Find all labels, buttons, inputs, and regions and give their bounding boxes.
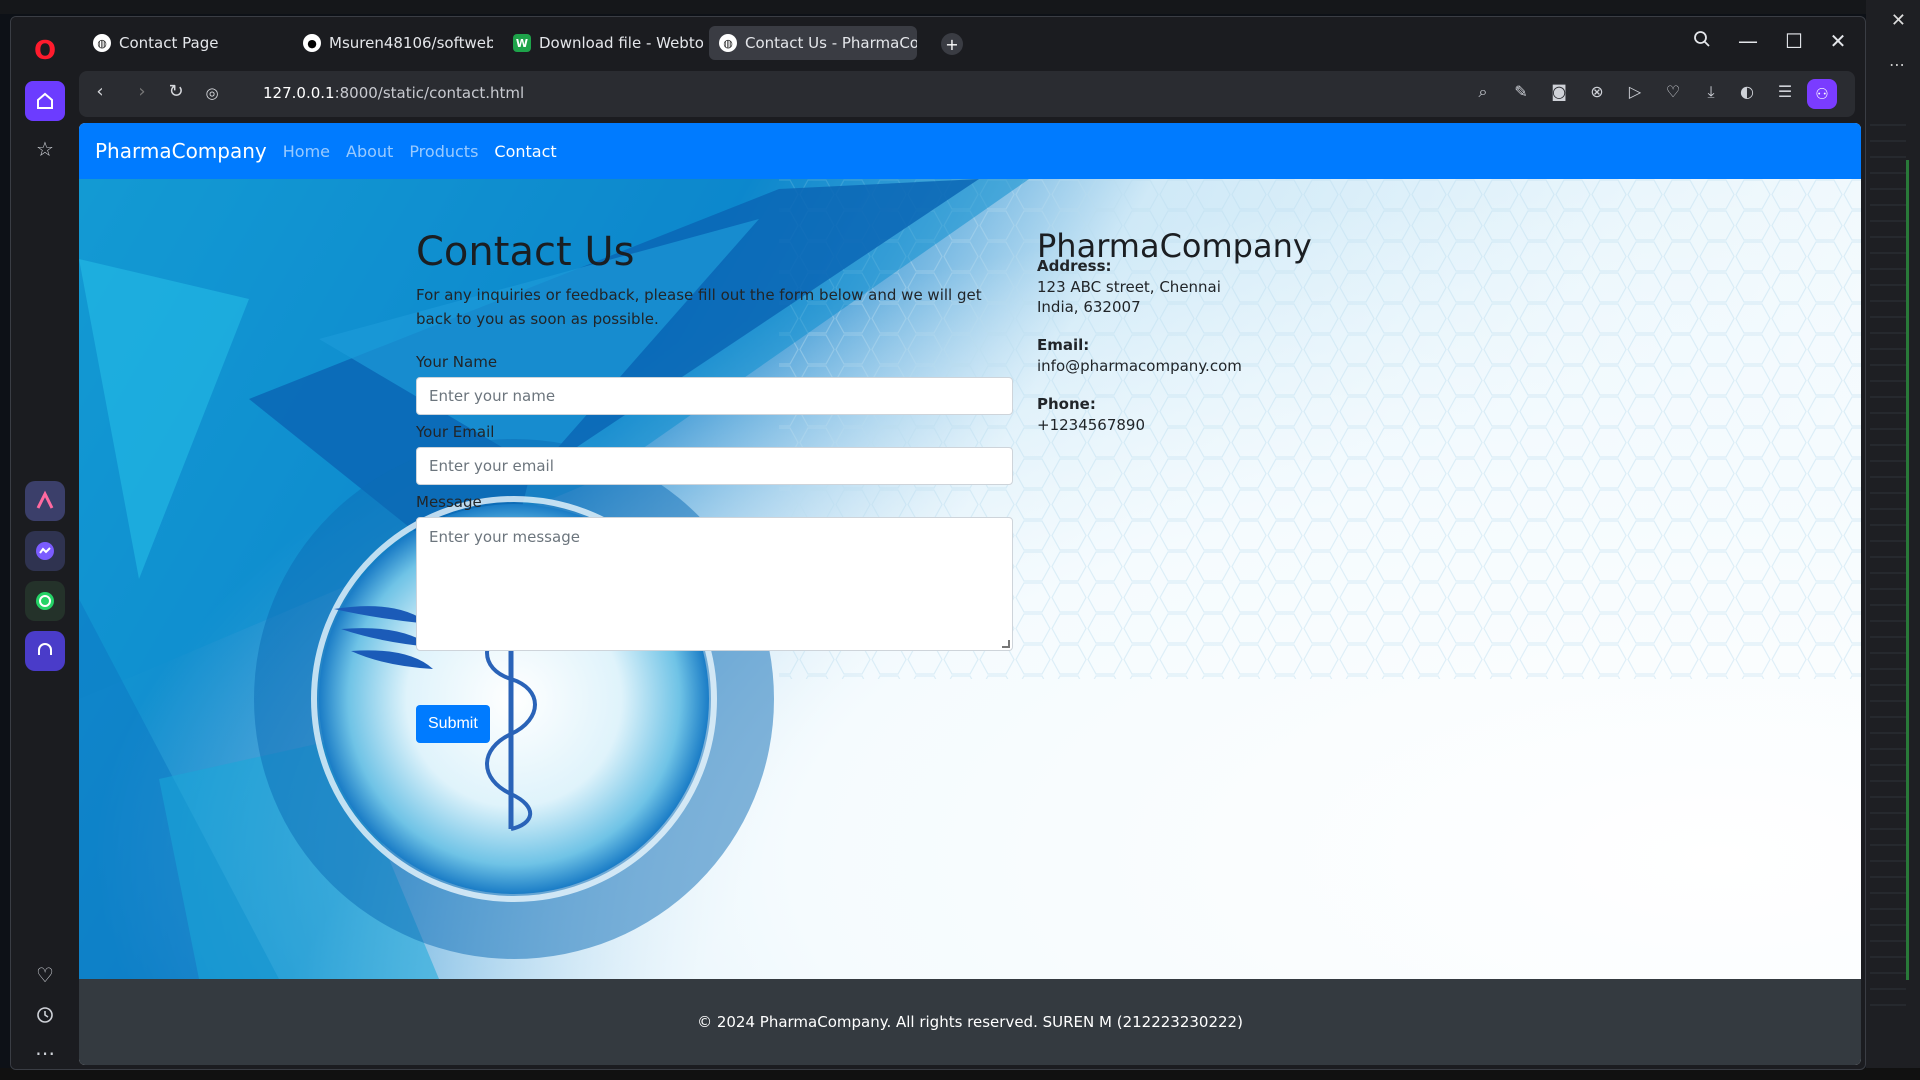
address-line-2: India, 632007 [1037,298,1141,316]
site-brand-link[interactable]: PharmaCompany [95,139,267,163]
forward-icon[interactable]: › [129,81,155,102]
battery-saver-icon[interactable]: ◐ [1735,82,1759,101]
globe-icon: ◍ [719,34,737,52]
reload-icon[interactable]: ↻ [163,81,189,102]
submit-button[interactable]: Submit [416,705,490,743]
site-navbar: PharmaCompany Home About Products Contac… [79,123,1861,179]
site-info-icon[interactable]: ◎ [199,84,225,102]
webtopdf-icon: W [513,34,531,52]
message-textarea[interactable]: Enter your message [416,517,1013,651]
home-icon[interactable] [25,81,65,121]
history-icon[interactable] [25,995,65,1035]
tab-github[interactable]: ● Msuren48106/softweb [293,26,493,60]
diff-indicator [1906,160,1909,980]
email-info-value: info@pharmacompany.com [1037,357,1242,375]
whatsapp-icon[interactable] [25,581,65,621]
background-window-edge: ✕ ⋯ [1866,0,1920,1080]
close-window-icon[interactable]: ✕ [1823,29,1853,53]
email-info-label: Email: [1037,336,1090,354]
messenger-icon[interactable] [25,531,65,571]
message-placeholder: Enter your message [429,528,580,546]
hero-background: Contact Us For any inquiries or feedback… [79,179,1861,979]
browser-window: O ☆ ♡ ⋯ ◍ Contact Page ● Msuren48106/sof… [10,16,1866,1070]
nav-about[interactable]: About [346,142,393,161]
github-icon: ● [303,34,321,52]
maximize-icon[interactable]: ☐ [1779,29,1809,53]
star-icon[interactable]: ☆ [25,129,65,169]
opera-logo-icon[interactable]: O [25,31,65,71]
aria-icon[interactable] [25,481,65,521]
back-icon[interactable]: ‹ [87,81,113,102]
tab-search-icon[interactable] [1687,29,1717,53]
email-label: Your Email [416,423,495,441]
name-label: Your Name [416,353,498,371]
edit-icon[interactable]: ✎ [1509,82,1533,101]
flow-icon[interactable]: ▷ [1623,82,1647,101]
code-minimap [1870,110,1906,1010]
nav-products[interactable]: Products [409,142,478,161]
desktop-top-strip [0,0,1920,14]
phone-value: +1234567890 [1037,416,1146,434]
address-bar: ‹ › ↻ ◎ 127.0.0.1:8000/static/contact.ht… [79,71,1865,117]
adblock-icon[interactable]: ⊗ [1585,82,1609,101]
tab-contact-page[interactable]: ◍ Contact Page [83,26,283,60]
tab-webtopdf[interactable]: W Download file - Webtopdf [503,26,703,60]
page-viewport: PharmaCompany Home About Products Contac… [79,123,1861,1065]
close-icon[interactable]: ✕ [1891,10,1906,31]
tab-contact-us[interactable]: ◍ Contact Us - PharmaCompany [709,26,917,60]
browser-sidebar: O ☆ ♡ ⋯ [11,17,79,1069]
page-title: Contact Us [416,229,635,275]
more-options-icon[interactable]: ⋯ [25,1033,65,1069]
minimize-icon[interactable]: — [1733,29,1763,53]
name-input[interactable]: Enter your name [416,377,1013,415]
camera-icon[interactable]: ◙ [1547,82,1571,101]
favorite-icon[interactable]: ♡ [1661,82,1685,101]
download-icon[interactable]: ⤓ [1699,82,1723,102]
address-label: Address: [1037,257,1112,275]
site-footer: © 2024 PharmaCompany. All rights reserve… [79,979,1861,1065]
profile-icon[interactable]: ⚇ [1807,79,1837,109]
globe-icon: ◍ [93,34,111,52]
resize-handle-icon[interactable] [1002,640,1010,648]
intro-text: For any inquiries or feedback, please fi… [416,286,982,328]
lens-search-icon[interactable]: ⌕ [1471,82,1495,102]
url-field[interactable]: 127.0.0.1:8000/static/contact.html [263,84,524,102]
new-tab-button[interactable]: + [941,33,963,55]
email-input[interactable]: Enter your email [416,447,1013,485]
message-label: Message [416,493,482,511]
music-player-icon[interactable] [25,631,65,671]
footer-text: © 2024 PharmaCompany. All rights reserve… [697,1013,1243,1031]
more-icon[interactable]: ⋯ [1889,55,1906,74]
heart-icon[interactable]: ♡ [25,955,65,995]
easy-setup-icon[interactable]: ☰ [1773,82,1797,101]
tab-bar: ◍ Contact Page ● Msuren48106/softweb W D… [79,17,1865,69]
phone-label: Phone: [1037,395,1096,413]
nav-contact[interactable]: Contact [494,142,556,161]
nav-home[interactable]: Home [283,142,330,161]
